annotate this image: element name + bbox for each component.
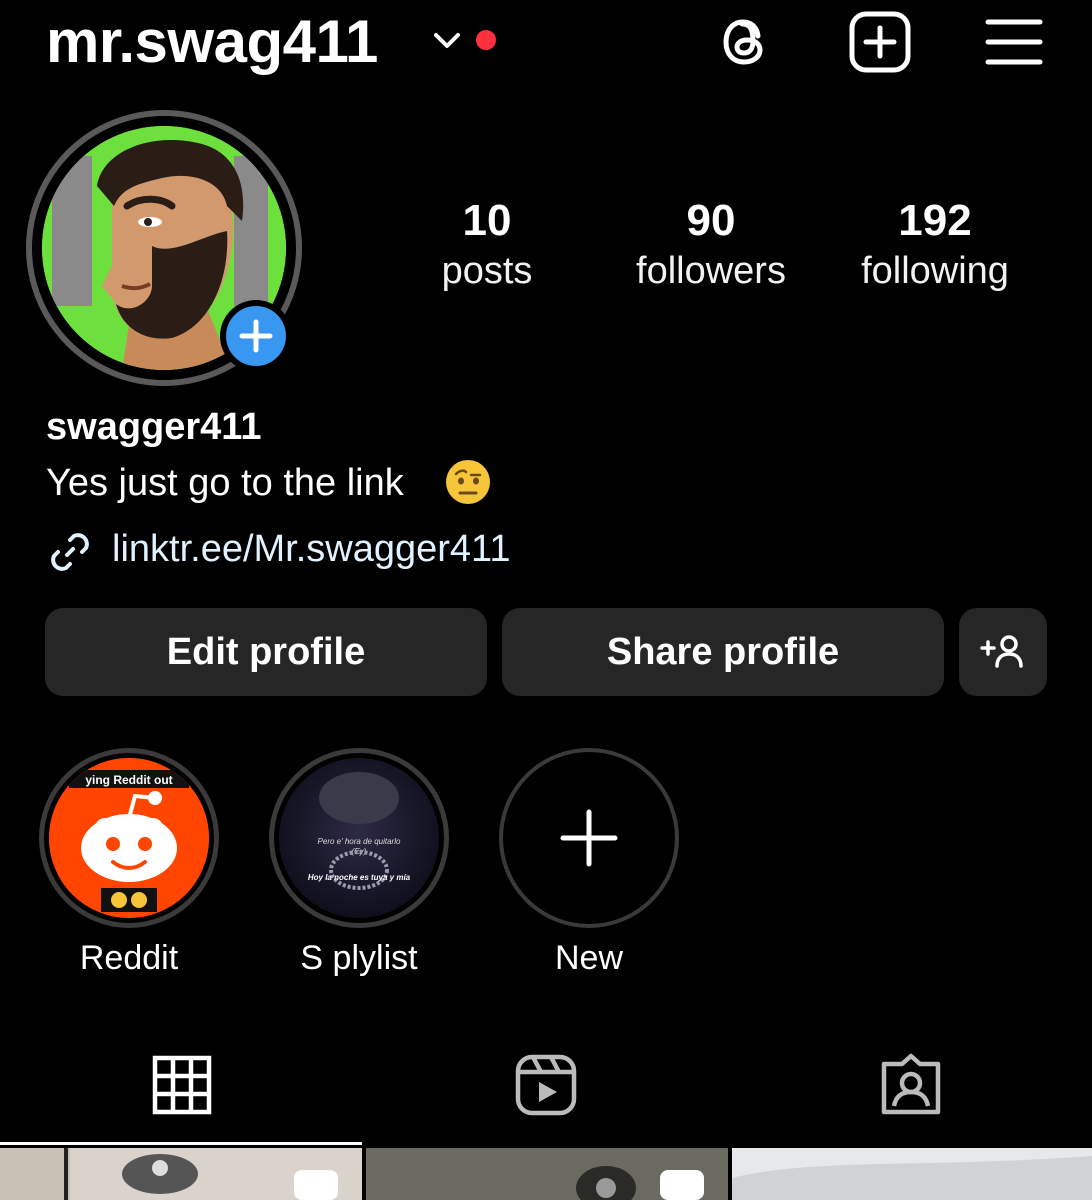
highlight-playlist-overlay-2: (Ey) <box>352 847 367 856</box>
link-icon <box>51 533 89 571</box>
post-thumbnail[interactable] <box>732 1148 1092 1200</box>
highlight-reddit-label: Reddit <box>79 939 179 977</box>
stat-followers[interactable]: 90 followers <box>611 196 811 296</box>
highlight-playlist-cover: Pero e' hora de quitarlo (Ey) Hoy la noc… <box>279 758 439 918</box>
profile-bio: Yes just go to the link <box>46 462 404 504</box>
add-user-button[interactable] <box>959 608 1047 696</box>
highlight-reddit-overlay: ying Reddit out <box>85 773 172 787</box>
highlight-new-label: New <box>554 939 624 977</box>
post-thumbnail[interactable] <box>0 1148 362 1200</box>
highlight-playlist-label: S plylist <box>300 939 418 977</box>
tagged-icon[interactable] <box>876 1050 946 1120</box>
plus-icon <box>560 809 618 867</box>
threads-icon[interactable] <box>714 10 778 74</box>
chevron-down-icon[interactable] <box>430 24 464 58</box>
active-tab-indicator <box>0 1142 362 1145</box>
plus-square-icon[interactable] <box>848 10 912 74</box>
add-story-button[interactable] <box>226 306 286 366</box>
highlight-new[interactable] <box>499 748 679 928</box>
add-user-icon <box>980 635 1023 668</box>
stat-posts-label: posts <box>441 250 533 292</box>
menu-icon[interactable] <box>982 10 1046 74</box>
highlight-playlist-overlay-1: Pero e' hora de quitarlo <box>318 837 401 846</box>
post-thumbnail[interactable] <box>366 1148 728 1200</box>
profile-name: swagger411 <box>46 406 262 448</box>
raised-eyebrow-emoji-icon <box>446 460 490 504</box>
stat-followers-count: 90 <box>686 196 736 245</box>
stat-following-label: following <box>861 250 1009 292</box>
highlight-playlist-overlay-3: Hoy la noche es tuya y mía <box>308 873 411 882</box>
highlight-reddit-cover: ying Reddit out <box>49 758 209 918</box>
plus-icon <box>239 319 273 353</box>
stat-posts[interactable]: 10 posts <box>387 196 587 296</box>
notification-dot <box>476 30 496 50</box>
stat-posts-count: 10 <box>462 196 512 245</box>
stat-following[interactable]: 192 following <box>835 196 1035 296</box>
edit-profile-button[interactable]: Edit profile <box>45 608 487 696</box>
stat-following-count: 192 <box>898 196 972 245</box>
profile-username[interactable]: mr.swag411 <box>46 6 378 78</box>
profile-link[interactable]: linktr.ee/Mr.swagger411 <box>112 526 511 572</box>
stat-followers-label: followers <box>636 250 786 292</box>
share-profile-button[interactable]: Share profile <box>502 608 944 696</box>
reels-icon[interactable] <box>511 1050 581 1120</box>
grid-icon[interactable] <box>147 1050 217 1120</box>
